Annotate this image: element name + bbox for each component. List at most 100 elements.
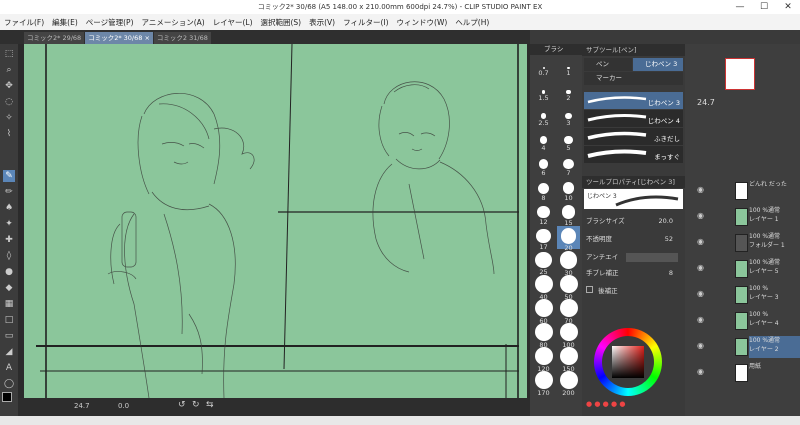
text-icon[interactable]: A	[3, 362, 15, 374]
eye-icon[interactable]: ◉	[697, 289, 704, 298]
antialias-selector[interactable]	[626, 253, 678, 262]
brush-size-item[interactable]: 10	[557, 178, 580, 202]
menu-help[interactable]: ヘルプ(H)	[451, 17, 493, 28]
brush-size-item[interactable]: 60	[532, 298, 555, 325]
figure-icon[interactable]: □	[3, 314, 15, 326]
layer-thumbnail[interactable]	[735, 182, 748, 200]
brush-size-item[interactable]: 20	[557, 226, 580, 252]
layer-row[interactable]: 100 %通常 レイヤー 5	[749, 258, 800, 280]
layer-thumbnail[interactable]	[735, 234, 748, 252]
zoom-icon[interactable]: ⌕	[3, 64, 15, 76]
navigator-zoom[interactable]: 24.7	[697, 98, 715, 107]
brush-size-item[interactable]: 2	[557, 82, 580, 105]
brush-size-item[interactable]: 170	[532, 370, 555, 397]
post-correction-checkbox[interactable]	[586, 286, 593, 293]
eyedropper-icon[interactable]: ⌇	[3, 128, 15, 140]
tab-close-icon[interactable]: ×	[144, 34, 149, 42]
lasso-icon[interactable]: ◌	[3, 96, 15, 108]
minimize-button[interactable]: —	[728, 0, 752, 14]
eye-icon[interactable]: ◉	[697, 367, 704, 376]
subtool-group-gpen[interactable]: じわペン 3	[633, 58, 683, 71]
layer-row[interactable]: 100 %通常 レイヤー 1	[749, 206, 800, 228]
brush-size-item[interactable]: 3	[557, 106, 580, 129]
eye-icon[interactable]: ◉	[697, 211, 704, 220]
menu-window[interactable]: ウィンドウ(W)	[393, 17, 452, 28]
airbrush-icon[interactable]: ✦	[3, 218, 15, 230]
layer-row[interactable]: 100 % レイヤー 3	[749, 284, 800, 306]
layer-thumbnail[interactable]	[735, 312, 748, 330]
rotate-value[interactable]: 0.0	[118, 402, 129, 410]
brush-size-item[interactable]: 120	[532, 346, 555, 373]
close-window-button[interactable]: ✕	[776, 0, 800, 14]
brush-icon[interactable]: ♠	[3, 202, 15, 214]
tab-page-31[interactable]: コミック2 31/68	[153, 32, 211, 44]
eye-icon[interactable]: ◉	[697, 185, 704, 194]
canvas-page[interactable]	[24, 44, 527, 398]
flip-icon[interactable]: ⇆	[206, 400, 214, 410]
brush-size-item[interactable]: 15	[557, 202, 580, 227]
rotate-left-icon[interactable]: ↺	[178, 400, 186, 410]
brush-size-item[interactable]: 70	[557, 298, 580, 325]
tab-page-30[interactable]: コミック2* 30/68 ×	[85, 32, 153, 44]
brush-size-item[interactable]: 40	[532, 274, 555, 301]
layer-row[interactable]: 100 % レイヤー 4	[749, 310, 800, 332]
brush-size-item[interactable]: 6	[532, 154, 555, 177]
subtool-group-pen[interactable]: ペン	[584, 58, 632, 71]
decoration-icon[interactable]: ✚	[3, 234, 15, 246]
gradient-icon[interactable]: ▦	[3, 298, 15, 310]
balloon-icon[interactable]: ◯	[3, 378, 15, 390]
opacity-row[interactable]: 不透明度 52	[586, 232, 681, 246]
select-icon[interactable]: ⬚	[3, 48, 15, 60]
menu-view[interactable]: 表示(V)	[305, 17, 339, 28]
zoom-value[interactable]: 24.7	[74, 402, 90, 410]
menu-animation[interactable]: アニメーション(A)	[138, 17, 209, 28]
brush-size-item[interactable]: 50	[557, 274, 580, 301]
brush-size-item[interactable]: 150	[557, 346, 580, 373]
menu-file[interactable]: ファイル(F)	[0, 17, 48, 28]
frame-icon[interactable]: ▭	[3, 330, 15, 342]
brush-size-item[interactable]: 7	[557, 154, 580, 177]
brush-size-item[interactable]: 30	[557, 250, 580, 277]
subtool-item-gpen3[interactable]: じわペン 3	[584, 92, 683, 109]
maximize-button[interactable]: ☐	[752, 0, 776, 14]
brush-size-item[interactable]: 0.7	[532, 58, 555, 81]
fill-icon[interactable]: ◆	[3, 282, 15, 294]
eye-icon[interactable]: ◉	[697, 315, 704, 324]
brush-size-item[interactable]: 80	[532, 322, 555, 349]
canvas-area[interactable]	[18, 44, 530, 398]
subtool-item-straight[interactable]: まっすぐ	[584, 146, 683, 163]
menu-layer[interactable]: レイヤー(L)	[209, 17, 257, 28]
menu-page[interactable]: ページ管理(P)	[82, 17, 138, 28]
layer-thumbnail[interactable]	[735, 208, 748, 226]
layer-thumbnail[interactable]	[735, 338, 748, 356]
eye-icon[interactable]: ◉	[697, 341, 704, 350]
subtool-item-balloon[interactable]: ふきだし	[584, 128, 683, 145]
layer-row[interactable]: 100 %通常 フォルダー 1	[749, 232, 800, 254]
layer-row[interactable]: どんれ だった	[749, 180, 800, 202]
brush-size-item[interactable]: 1	[557, 58, 580, 81]
layer-thumbnail[interactable]	[735, 286, 748, 304]
saturation-square[interactable]	[612, 346, 644, 378]
brush-size-item[interactable]: 8	[532, 178, 555, 202]
subtool-group-marker[interactable]: マーカー	[584, 72, 683, 85]
brush-size-row[interactable]: ブラシサイズ 20.0	[586, 214, 681, 228]
menu-edit[interactable]: 編集(E)	[48, 17, 82, 28]
subtool-item-gpen4[interactable]: じわペン 4	[584, 110, 683, 127]
eraser-icon[interactable]: ◊	[3, 250, 15, 262]
eye-icon[interactable]: ◉	[697, 237, 704, 246]
brush-size-item[interactable]: 2.5	[532, 106, 555, 129]
brush-size-item[interactable]: 100	[557, 322, 580, 349]
pen-icon[interactable]: ✎	[3, 170, 15, 182]
brush-size-item[interactable]: 25	[532, 250, 555, 276]
layer-row[interactable]: 用紙	[749, 362, 800, 384]
layer-thumbnail[interactable]	[735, 260, 748, 278]
antialias-row[interactable]: アンチエイ	[586, 250, 681, 264]
stabilization-row[interactable]: 手ブレ補正 8	[586, 266, 681, 280]
eye-icon[interactable]: ◉	[697, 263, 704, 272]
navigator-preview[interactable]	[725, 58, 755, 90]
main-color-swatch[interactable]	[2, 392, 12, 402]
tab-page-29[interactable]: コミック2* 29/68	[24, 32, 85, 44]
rotate-right-icon[interactable]: ↻	[192, 400, 200, 410]
blend-icon[interactable]: ●	[3, 266, 15, 278]
color-mode-icons[interactable]: ● ● ● ● ●	[586, 400, 681, 410]
